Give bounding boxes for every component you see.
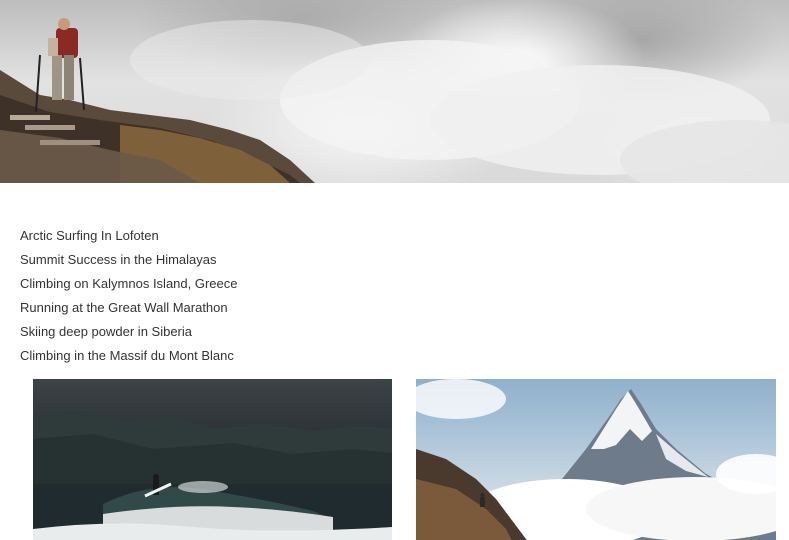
trip-link[interactable]: Arctic Surfing In Lofoten [20,224,238,248]
hero-illustration [0,18,789,183]
trip-link[interactable]: Running at the Great Wall Marathon [20,296,238,320]
himalaya-illustration [416,379,776,540]
trip-list: Arctic Surfing In Lofoten Summit Success… [20,224,238,368]
surfing-illustration [33,409,392,540]
hiker-figure [480,493,485,507]
page: Arctic Surfing In Lofoten Summit Success… [0,0,789,540]
surfing-thumbnail[interactable] [33,379,392,540]
trip-link[interactable]: Summit Success in the Himalayas [20,248,238,272]
trip-link[interactable]: Climbing in the Massif du Mont Blanc [20,344,238,368]
trip-link[interactable]: Skiing deep powder in Siberia [20,320,238,344]
hero-image [0,0,789,183]
trip-link[interactable]: Climbing on Kalymnos Island, Greece [20,272,238,296]
himalaya-thumbnail[interactable] [416,379,776,540]
